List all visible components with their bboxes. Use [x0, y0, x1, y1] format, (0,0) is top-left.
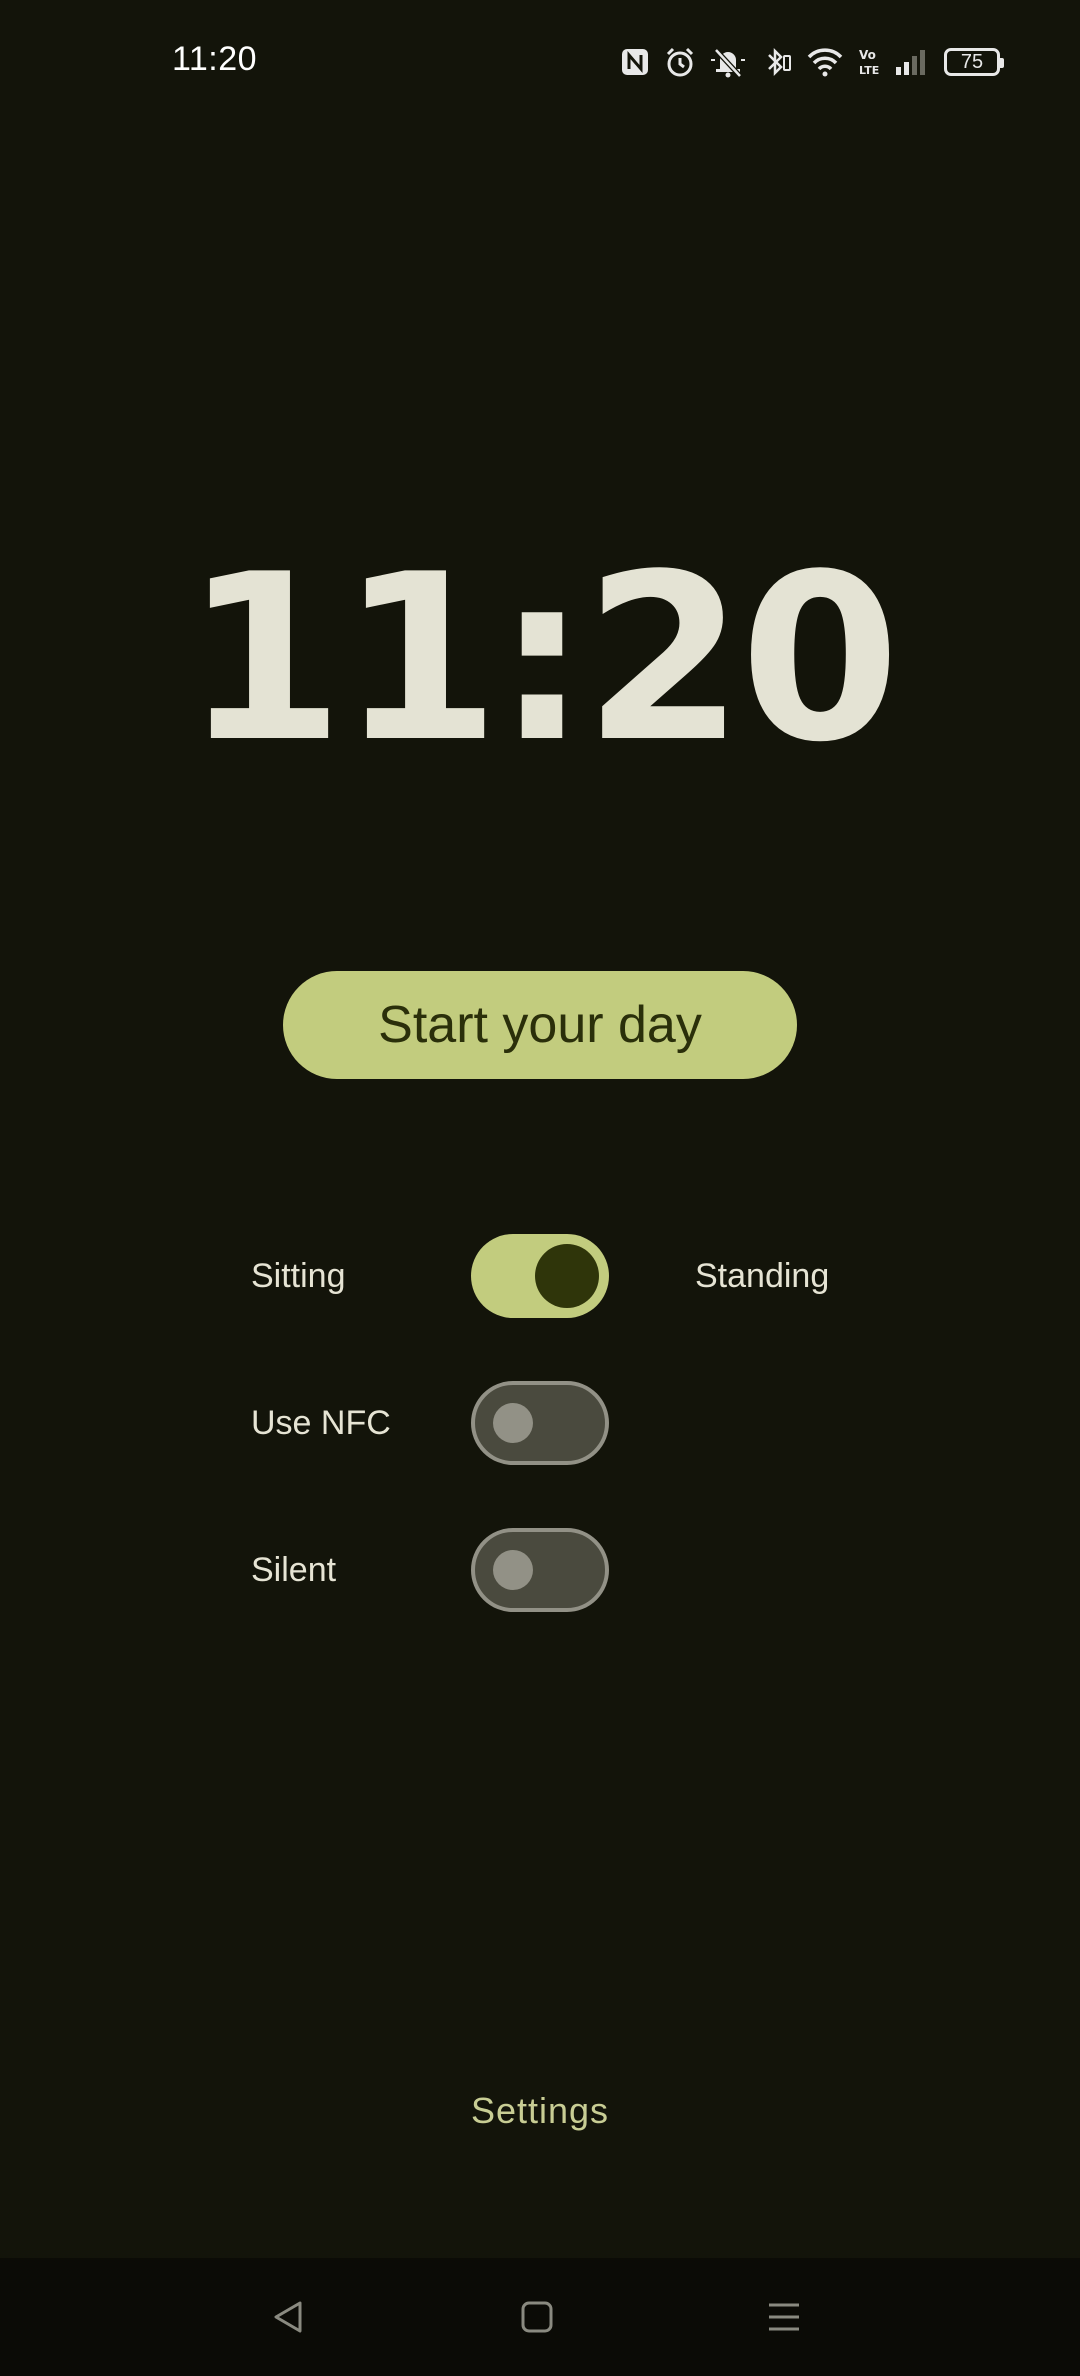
- battery-level: 75: [960, 50, 984, 73]
- switch-knob: [493, 1550, 533, 1590]
- use-nfc-label: Use NFC: [251, 1404, 391, 1442]
- navigation-bar: [0, 2258, 1080, 2376]
- nfc-icon: [620, 47, 650, 77]
- sitting-standing-switch[interactable]: [471, 1234, 609, 1318]
- switch-knob: [493, 1403, 533, 1443]
- start-your-day-button[interactable]: Start your day: [283, 971, 797, 1079]
- volte-icon: Vo LTE: [858, 46, 880, 78]
- back-icon[interactable]: [263, 2292, 313, 2342]
- svg-text:Vo: Vo: [859, 48, 876, 62]
- sitting-label: Sitting: [251, 1257, 346, 1295]
- recents-icon[interactable]: [759, 2292, 809, 2342]
- signal-icon: [894, 47, 930, 77]
- alarm-icon: [664, 46, 696, 78]
- svg-text:LTE: LTE: [859, 64, 879, 77]
- battery-icon: 75: [944, 48, 1004, 76]
- status-bar: 11:20 Vo LTE 75: [0, 0, 1080, 120]
- screen: 11:20 Vo LTE 75 11:20 Start your day Sit…: [0, 0, 1080, 2376]
- wifi-icon: [806, 46, 844, 78]
- bluetooth-icon: [760, 46, 792, 78]
- silent-label: Silent: [251, 1551, 337, 1589]
- silent-switch[interactable]: [471, 1528, 609, 1612]
- status-icons: Vo LTE 75: [620, 40, 1004, 84]
- settings-label[interactable]: Settings: [471, 2090, 609, 2131]
- muted-bell-icon: [710, 46, 746, 78]
- home-icon[interactable]: [512, 2292, 562, 2342]
- status-time: 11:20: [172, 40, 258, 78]
- switch-knob: [535, 1244, 599, 1308]
- use-nfc-switch[interactable]: [471, 1381, 609, 1465]
- standing-label: Standing: [695, 1257, 830, 1295]
- settings-link[interactable]: Settings: [0, 2090, 1080, 2132]
- clock-display: 11:20: [183, 526, 900, 793]
